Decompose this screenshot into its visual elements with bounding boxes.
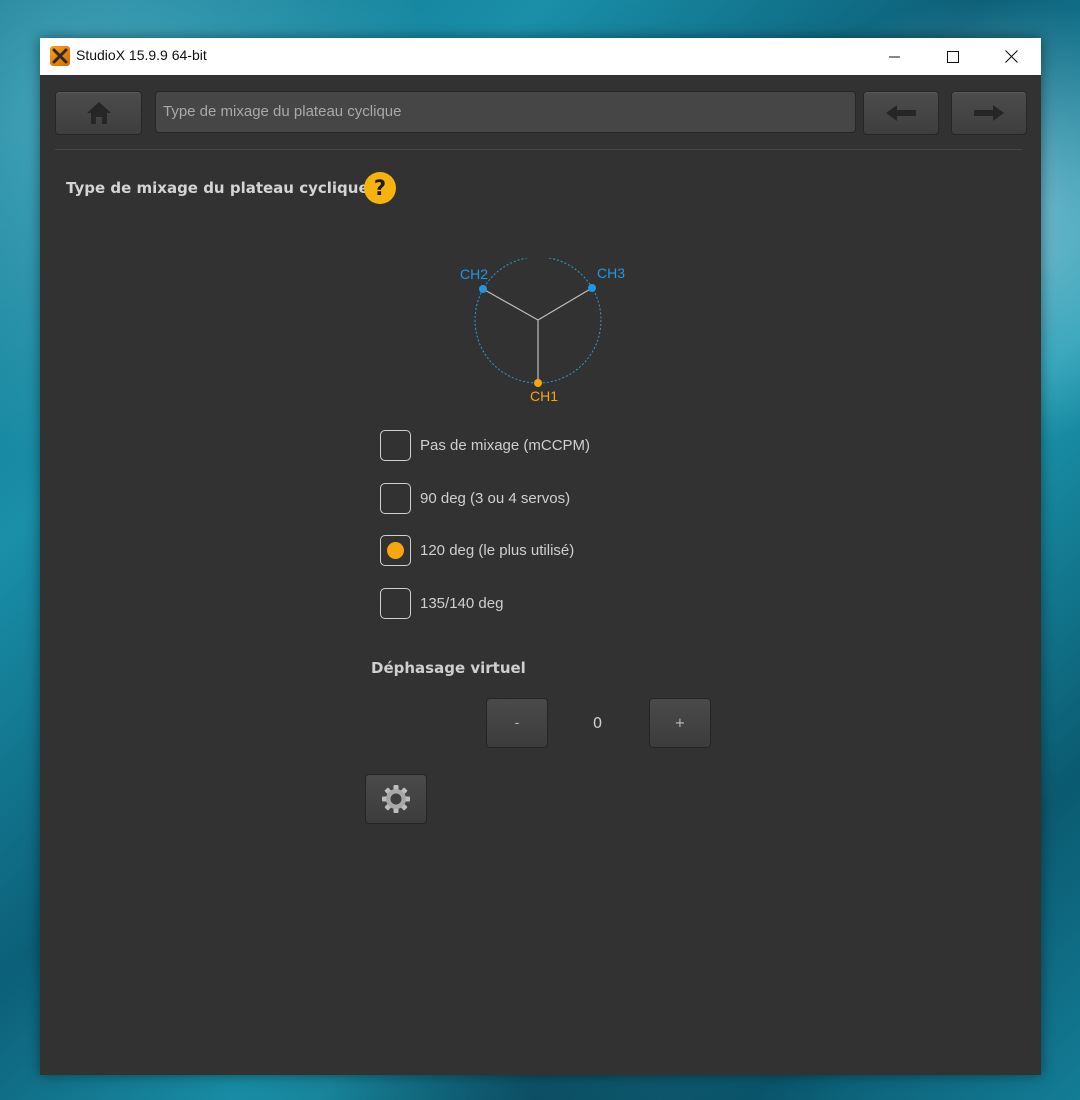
spoke-ch3	[537, 287, 593, 321]
phase-increment-button[interactable]: +	[649, 698, 711, 748]
page-title: Type de mixage du plateau cyclique	[66, 179, 369, 197]
mix-option-label: 90 deg (3 ou 4 servos)	[420, 489, 571, 507]
phase-decrement-button[interactable]: -	[486, 698, 548, 748]
servo-point-ch1	[534, 379, 542, 387]
studiox-logo-icon	[50, 46, 70, 66]
breadcrumb: Type de mixage du plateau cyclique	[155, 91, 856, 133]
app-window: StudioX 15.9.9 64-bit Type de mixage du …	[40, 38, 1041, 1075]
mix-option-120[interactable]: 120 deg (le plus utilisé)	[380, 533, 574, 567]
radio-box[interactable]	[380, 534, 411, 566]
back-button[interactable]	[863, 91, 939, 135]
maximize-button[interactable]	[924, 38, 982, 75]
servo-point-ch3	[588, 284, 596, 292]
label-ch3: CH3	[597, 265, 625, 281]
radio-selected-dot	[387, 541, 404, 559]
mix-option-none[interactable]: Pas de mixage (mCCPM)	[380, 428, 590, 462]
mix-option-135-140[interactable]: 135/140 deg	[380, 586, 503, 620]
servo-point-ch2	[479, 285, 487, 293]
arrow-left-icon	[886, 105, 916, 121]
home-icon	[86, 102, 111, 124]
header-divider	[55, 149, 1022, 150]
close-button[interactable]	[982, 38, 1040, 75]
mix-option-label: 135/140 deg	[420, 594, 504, 612]
home-button[interactable]	[55, 91, 142, 135]
mix-option-90[interactable]: 90 deg (3 ou 4 servos)	[380, 481, 570, 515]
gear-icon	[382, 785, 410, 813]
window-title: StudioX 15.9.9 64-bit	[76, 47, 207, 63]
radio-box[interactable]	[380, 482, 411, 514]
minimize-button[interactable]	[866, 38, 924, 75]
title-bar: StudioX 15.9.9 64-bit	[40, 38, 1041, 75]
phase-title: Déphasage virtuel	[371, 659, 526, 677]
phase-value: 0	[592, 714, 603, 732]
radio-box[interactable]	[380, 429, 411, 461]
mix-option-label: 120 deg (le plus utilisé)	[420, 541, 575, 559]
label-ch2: CH2	[460, 266, 488, 282]
swashplate-diagram: CH2 CH3 CH1	[460, 258, 625, 404]
settings-button[interactable]	[365, 774, 427, 824]
help-icon[interactable]: ?	[364, 172, 396, 204]
radio-box[interactable]	[380, 587, 411, 619]
spoke-ch2	[482, 288, 539, 321]
mix-option-label: Pas de mixage (mCCPM)	[420, 436, 591, 454]
label-ch1: CH1	[530, 388, 558, 404]
arrow-right-icon	[974, 105, 1004, 121]
forward-button[interactable]	[951, 91, 1027, 135]
